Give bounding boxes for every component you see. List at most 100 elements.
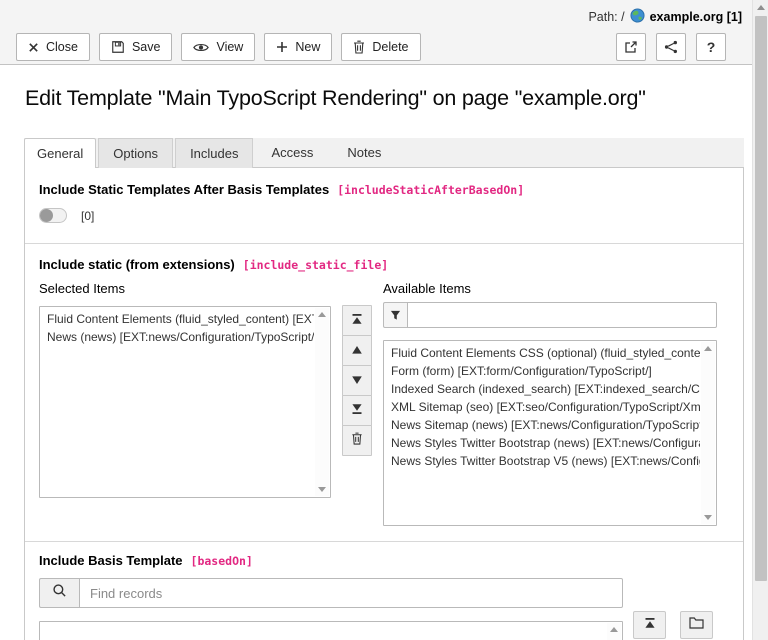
- search-button[interactable]: [39, 578, 79, 608]
- toggle-value: [0]: [81, 209, 94, 223]
- section-divider: [25, 541, 743, 542]
- selected-items-list: Fluid Content Elements (fluid_styled_con…: [40, 310, 314, 494]
- move-to-top-icon: [644, 616, 656, 634]
- available-filter-group: [383, 302, 717, 328]
- eye-icon: [193, 42, 209, 53]
- trash-icon: [353, 40, 365, 54]
- list-item[interactable]: News Sitemap (news) [EXT:news/Configurat…: [384, 416, 700, 434]
- tab-access[interactable]: Access: [255, 138, 329, 168]
- available-items-listbox[interactable]: Fluid Content Elements CSS (optional) (f…: [383, 340, 717, 526]
- remove-item-button[interactable]: [342, 425, 372, 456]
- field-label-row: Include Static Templates After Basis Tem…: [39, 182, 524, 197]
- page-scrollbar[interactable]: [752, 0, 768, 640]
- folder-icon: [689, 616, 704, 634]
- include-static-code: [include_static_file]: [243, 258, 388, 272]
- available-items-label: Available Items: [383, 281, 471, 296]
- list-item[interactable]: News Styles Twitter Bootstrap (news) [EX…: [384, 434, 700, 452]
- move-to-top-button[interactable]: [342, 305, 372, 336]
- share-button[interactable]: [656, 33, 686, 61]
- header-bar: Path: / example.org [1] Close Save View …: [0, 0, 768, 65]
- scrollbar-thumb[interactable]: [755, 16, 767, 581]
- tab-includes[interactable]: Includes: [175, 138, 253, 168]
- record-search-input[interactable]: [79, 578, 623, 608]
- record-search-group: [39, 578, 623, 608]
- trash-icon: [351, 432, 363, 450]
- available-items-list: Fluid Content Elements CSS (optional) (f…: [384, 344, 700, 522]
- selected-items-listbox[interactable]: Fluid Content Elements (fluid_styled_con…: [39, 306, 331, 498]
- available-filter-input[interactable]: [407, 302, 717, 328]
- tab-bar: General Options Includes Access Notes: [24, 138, 744, 168]
- section-divider: [25, 243, 743, 244]
- tab-content-panel: Include Static Templates After Basis Tem…: [24, 168, 744, 640]
- view-button[interactable]: View: [181, 33, 255, 61]
- help-icon: ?: [707, 39, 716, 55]
- tab-notes[interactable]: Notes: [331, 138, 397, 168]
- open-in-new-icon: [624, 40, 638, 54]
- plus-icon: [276, 41, 288, 53]
- docheader-actions: ?: [616, 33, 726, 61]
- docheader-toolbar: Close Save View New Delete: [16, 33, 421, 61]
- move-up-button[interactable]: [342, 335, 372, 366]
- tab-options[interactable]: Options: [98, 138, 173, 168]
- new-button-label: New: [295, 40, 320, 54]
- search-icon: [52, 583, 67, 603]
- item-mover-controls: [342, 305, 372, 456]
- list-item[interactable]: XML Sitemap (seo) [EXT:seo/Configuration…: [384, 398, 700, 416]
- move-down-button[interactable]: [342, 365, 372, 396]
- scroll-down-icon[interactable]: [704, 515, 712, 520]
- close-button[interactable]: Close: [16, 33, 90, 61]
- scroll-down-icon[interactable]: [318, 487, 326, 492]
- basis-scrollbar[interactable]: [607, 623, 621, 640]
- scroll-up-icon[interactable]: [757, 5, 765, 10]
- save-icon: [111, 40, 125, 54]
- list-item[interactable]: Fluid Content Elements (fluid_styled_con…: [40, 310, 314, 328]
- basis-template-list: [40, 625, 606, 640]
- save-button-label: Save: [132, 40, 161, 54]
- breadcrumb: Path: / example.org [1]: [588, 8, 742, 26]
- list-item[interactable]: Indexed Search (indexed_search) [EXT:ind…: [384, 380, 700, 398]
- move-to-top-record-button[interactable]: [633, 611, 666, 639]
- scroll-up-icon[interactable]: [704, 346, 712, 351]
- available-scrollbar[interactable]: [701, 342, 715, 524]
- path-label: Path: /: [588, 10, 624, 24]
- open-in-new-window-button[interactable]: [616, 33, 646, 61]
- view-button-label: View: [216, 40, 243, 54]
- move-to-bottom-button[interactable]: [342, 395, 372, 426]
- toggle-row: [0]: [39, 208, 94, 223]
- list-item[interactable]: Fluid Content Elements CSS (optional) (f…: [384, 344, 700, 362]
- include-static-label: Include static (from extensions): [39, 257, 235, 272]
- selected-scrollbar[interactable]: [315, 308, 329, 496]
- filter-icon: [383, 302, 407, 328]
- scroll-up-icon[interactable]: [318, 312, 326, 317]
- toggle-knob: [40, 209, 53, 222]
- browse-records-button[interactable]: [680, 611, 713, 639]
- globe-icon: [630, 8, 645, 26]
- module-body: Edit Template "Main TypoScript Rendering…: [0, 66, 752, 640]
- save-button[interactable]: Save: [99, 33, 173, 61]
- move-to-bottom-icon: [351, 402, 363, 420]
- list-item[interactable]: News (news) [EXT:news/Configuration/Typo…: [40, 328, 314, 346]
- list-item[interactable]: News Styles Twitter Bootstrap V5 (news) …: [384, 452, 700, 470]
- selected-items-label: Selected Items: [39, 281, 125, 296]
- page-title: Edit Template "Main TypoScript Rendering…: [25, 86, 735, 111]
- include-static-after-code: [includeStaticAfterBasedOn]: [337, 183, 524, 197]
- move-down-icon: [351, 372, 363, 390]
- close-button-label: Close: [46, 40, 78, 54]
- delete-button-label: Delete: [372, 40, 408, 54]
- delete-button[interactable]: Delete: [341, 33, 420, 61]
- new-button[interactable]: New: [264, 33, 332, 61]
- help-button[interactable]: ?: [696, 33, 726, 61]
- list-item[interactable]: Form (form) [EXT:form/Configuration/Typo…: [384, 362, 700, 380]
- field-label-row: Include Basis Template [basedOn]: [39, 553, 253, 568]
- scroll-up-icon[interactable]: [610, 627, 618, 632]
- move-to-top-icon: [351, 312, 363, 330]
- include-static-after-label: Include Static Templates After Basis Tem…: [39, 182, 329, 197]
- basis-template-listbox[interactable]: [39, 621, 623, 640]
- page-path-site: example.org [1]: [650, 10, 742, 24]
- share-icon: [664, 40, 678, 54]
- include-static-after-toggle[interactable]: [39, 208, 67, 223]
- include-basis-label: Include Basis Template: [39, 553, 183, 568]
- close-icon: [28, 42, 39, 53]
- move-up-icon: [351, 342, 363, 360]
- tab-general[interactable]: General: [24, 138, 96, 169]
